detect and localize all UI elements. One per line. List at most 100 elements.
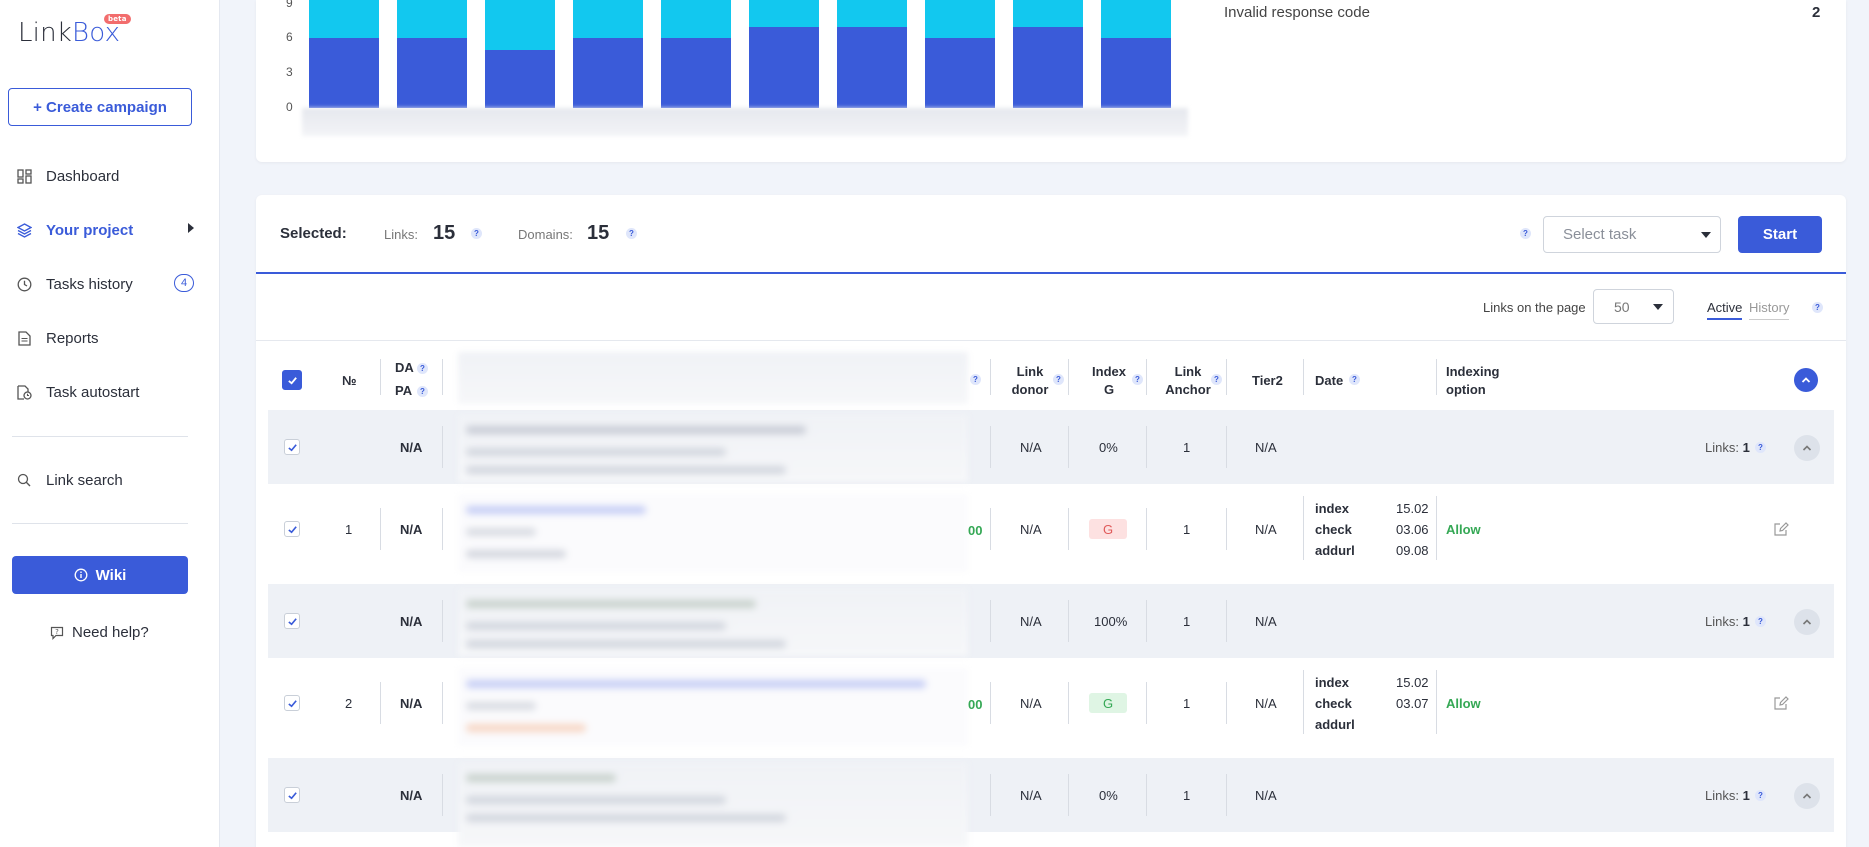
- blurred-text: [466, 724, 586, 732]
- help-icon[interactable]: ?: [1211, 374, 1222, 385]
- header-index-g[interactable]: Index G: [1089, 363, 1129, 399]
- header-tier2[interactable]: Tier2: [1252, 372, 1283, 390]
- header-link-anchor[interactable]: Link Anchor: [1165, 363, 1211, 399]
- help-icon[interactable]: ?: [1755, 790, 1766, 801]
- google-index-badge: G: [1089, 519, 1127, 539]
- bar-segment-upper[interactable]: [309, 0, 379, 39]
- domains-label: Domains:: [518, 227, 573, 242]
- links-on-page-label: Links on the page: [1483, 300, 1586, 315]
- header-pa[interactable]: PA: [395, 382, 412, 400]
- x-axis-labels-blurred: [302, 108, 1188, 136]
- row-checkbox[interactable]: [284, 787, 300, 803]
- sidebar-item-tasks-history[interactable]: Tasks history 4: [16, 272, 206, 296]
- sidebar-item-dashboard[interactable]: Dashboard: [16, 164, 119, 188]
- links-count-value: 1: [1742, 440, 1750, 455]
- help-icon[interactable]: ?: [1132, 374, 1143, 385]
- sidebar-item-reports[interactable]: Reports: [16, 326, 99, 350]
- collapse-group-button[interactable]: [1794, 435, 1820, 461]
- help-chat-icon: ?: [50, 626, 64, 640]
- sidebar-item-link-search[interactable]: Link search: [16, 468, 123, 492]
- chevron-up-icon: [1802, 445, 1812, 451]
- bar-segment-lower[interactable]: [309, 38, 379, 108]
- row-checkbox[interactable]: [284, 521, 300, 537]
- select-task-dropdown[interactable]: Select task: [1543, 216, 1721, 253]
- bar-segment-lower[interactable]: [925, 38, 995, 108]
- help-icon[interactable]: ?: [1755, 616, 1766, 627]
- help-icon[interactable]: ?: [1812, 302, 1823, 313]
- header-link-donor[interactable]: Link donor: [1010, 363, 1050, 399]
- column-separator: [990, 359, 991, 395]
- divider: [256, 340, 1846, 341]
- bar-segment-lower[interactable]: [837, 26, 907, 108]
- start-button[interactable]: Start: [1738, 216, 1822, 253]
- need-help-link[interactable]: ? Need help?: [50, 624, 149, 641]
- bar-segment-upper[interactable]: [397, 0, 467, 39]
- per-page-select[interactable]: 50: [1593, 289, 1674, 324]
- date-value: 15.02: [1396, 675, 1429, 690]
- sidebar-item-your-project[interactable]: Your project: [16, 218, 206, 242]
- help-icon[interactable]: ?: [1520, 228, 1531, 239]
- select-all-checkbox[interactable]: [282, 370, 302, 390]
- indexing-option-value: Allow: [1446, 696, 1481, 711]
- blurred-link-info: [458, 494, 968, 572]
- row-checkbox[interactable]: [284, 695, 300, 711]
- help-icon[interactable]: ?: [626, 228, 637, 239]
- bar-segment-lower[interactable]: [749, 26, 819, 108]
- bar-segment-lower[interactable]: [661, 38, 731, 108]
- help-icon[interactable]: ?: [1053, 374, 1064, 385]
- column-separator: [990, 426, 991, 468]
- link-anchor-value: 1: [1183, 696, 1191, 711]
- collapse-group-button[interactable]: [1794, 609, 1820, 635]
- bar-segment-upper[interactable]: [837, 0, 907, 27]
- bar-segment-lower[interactable]: [397, 38, 467, 108]
- bar-segment-upper[interactable]: [925, 0, 995, 39]
- help-icon[interactable]: ?: [1349, 374, 1360, 385]
- help-icon[interactable]: ?: [417, 386, 428, 397]
- header-text: Anchor: [1165, 382, 1211, 397]
- bar-segment-lower[interactable]: [485, 50, 555, 108]
- collapse-all-button[interactable]: [1794, 368, 1818, 392]
- help-icon[interactable]: ?: [471, 228, 482, 239]
- row-checkbox[interactable]: [284, 613, 300, 629]
- header-indexing-option[interactable]: Indexing option: [1446, 363, 1499, 399]
- tab-active[interactable]: Active: [1707, 300, 1743, 320]
- create-campaign-button[interactable]: + Create campaign: [8, 88, 192, 126]
- help-icon[interactable]: ?: [417, 363, 428, 374]
- bar-segment-upper[interactable]: [1101, 0, 1171, 39]
- sidebar-item-task-autostart[interactable]: Task autostart: [16, 380, 139, 404]
- autostart-icon: [16, 384, 32, 400]
- header-da[interactable]: DA: [395, 359, 414, 377]
- check-icon: [287, 617, 297, 625]
- links-label: Links:: [384, 227, 418, 242]
- check-icon: [287, 376, 297, 385]
- link-donor-value: N/A: [1020, 614, 1042, 629]
- wiki-button[interactable]: Wiki: [12, 556, 188, 594]
- header-text: Index: [1092, 364, 1126, 379]
- row-checkbox[interactable]: [284, 439, 300, 455]
- bar-segment-upper[interactable]: [661, 0, 731, 39]
- bar-segment-lower[interactable]: [1013, 26, 1083, 108]
- edit-icon[interactable]: [1773, 521, 1789, 537]
- header-date[interactable]: Date: [1315, 372, 1343, 390]
- collapse-group-button[interactable]: [1794, 783, 1820, 809]
- bar-segment-upper[interactable]: [573, 0, 643, 39]
- bar-segment-upper[interactable]: [485, 0, 555, 50]
- header-text: Link: [1016, 364, 1044, 379]
- bar-segment-lower[interactable]: [1101, 38, 1171, 108]
- bar-segment-upper[interactable]: [749, 0, 819, 27]
- edit-icon[interactable]: [1773, 695, 1789, 711]
- sidebar-item-label: Task autostart: [46, 383, 140, 401]
- logo[interactable]: LinkBox beta: [18, 14, 131, 48]
- bar-segment-upper[interactable]: [1013, 0, 1083, 27]
- tab-history[interactable]: History: [1749, 300, 1790, 320]
- column-separator: [1146, 508, 1147, 550]
- bar-segment-lower[interactable]: [573, 38, 643, 108]
- blurred-domain-info: [458, 762, 968, 847]
- date-value: 03.06: [1396, 522, 1429, 537]
- help-icon[interactable]: ?: [1755, 442, 1766, 453]
- link-anchor-value: 1: [1183, 614, 1191, 629]
- column-separator: [1226, 426, 1227, 468]
- date-value: 15.02: [1396, 501, 1429, 516]
- help-icon[interactable]: ?: [970, 374, 981, 385]
- da-value: N/A: [400, 696, 423, 711]
